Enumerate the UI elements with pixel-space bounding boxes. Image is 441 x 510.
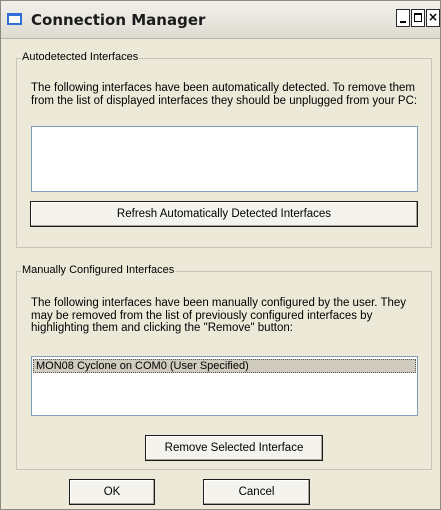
autodetected-legend: Autodetected Interfaces [21,51,140,63]
manual-legend: Manually Configured Interfaces [21,264,176,276]
window-title: Connection Manager [31,11,206,29]
cancel-button[interactable]: Cancel [203,479,310,505]
maximize-button[interactable] [411,9,425,27]
ok-button[interactable]: OK [69,479,155,505]
manual-description: The following interfaces have been manua… [31,297,407,334]
minimize-button[interactable] [396,9,410,27]
remove-interface-button[interactable]: Remove Selected Interface [145,435,323,461]
autodetected-interfaces-list[interactable] [31,126,418,192]
connection-manager-window: Connection Manager × Autodetected Interf… [0,0,441,510]
window-icon [7,13,22,25]
autodetected-description: The following interfaces have been autom… [31,82,418,107]
minimize-icon [400,21,406,23]
manual-interfaces-list[interactable]: MON08 Cyclone on COM0 (User Specified) [31,356,418,416]
list-item[interactable]: MON08 Cyclone on COM0 (User Specified) [33,359,416,373]
close-icon: × [427,10,439,24]
autodetected-interfaces-group: Autodetected Interfaces The following in… [16,51,432,248]
manual-interfaces-group: Manually Configured Interfaces The follo… [16,264,432,470]
maximize-icon [414,13,422,22]
close-button[interactable]: × [426,9,440,27]
title-bar[interactable]: Connection Manager × [1,1,440,39]
refresh-interfaces-button[interactable]: Refresh Automatically Detected Interface… [30,201,418,227]
